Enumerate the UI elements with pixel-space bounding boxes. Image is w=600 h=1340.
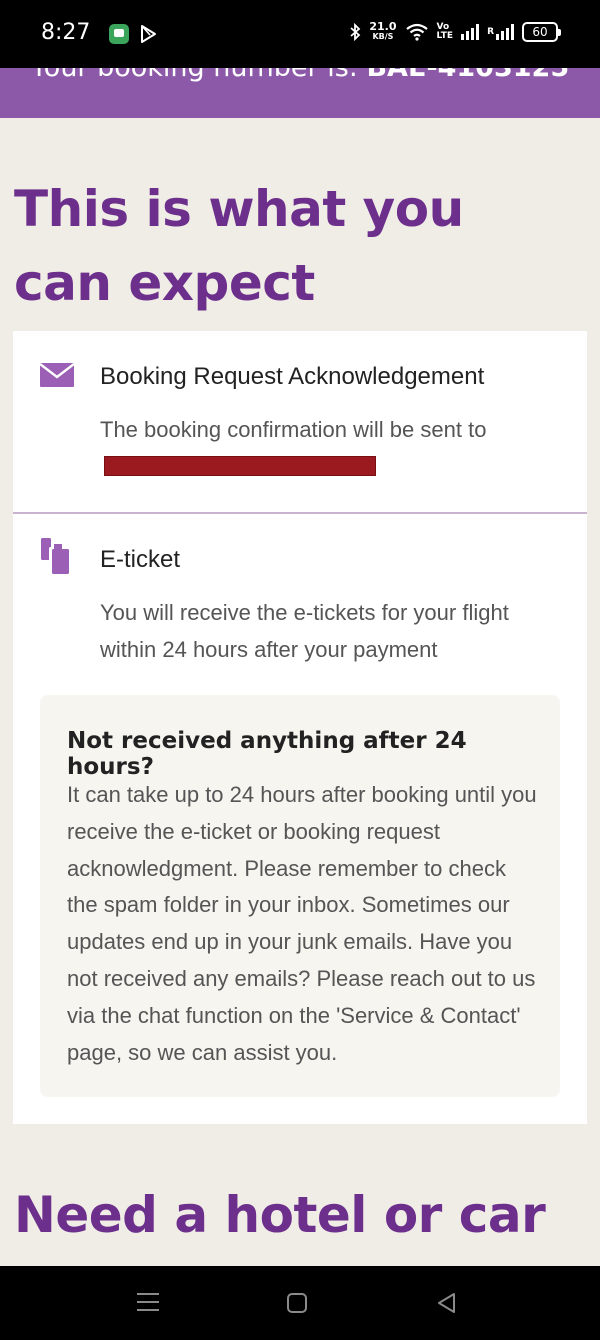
status-indicators: 21.0 KB/S Vo LTE R 60: [349, 20, 561, 42]
help-text: It can take up to 24 hours after booking…: [67, 782, 537, 1065]
network-speed-value: 21.0: [369, 20, 397, 33]
signal-icon-sim2: [496, 24, 514, 40]
help-box: Not received anything after 24 hours? It…: [40, 695, 560, 1097]
expect-heading: This is what you can expect: [14, 180, 464, 312]
battery-indicator: 60: [522, 22, 561, 42]
chat-app-icon: [109, 24, 129, 44]
eticket-text: You will receive the e-tickets for your …: [100, 600, 509, 662]
volte-indicator: Vo LTE: [437, 23, 454, 41]
signal-icon-sim1: [461, 24, 480, 40]
play-store-icon: [141, 25, 156, 43]
wifi-icon: [405, 23, 428, 41]
network-speed: 21.0 KB/S: [369, 20, 397, 42]
volte-bottom: LTE: [436, 31, 454, 41]
network-speed-unit: KB/S: [372, 32, 394, 41]
booking-number: BAE-4103125: [366, 68, 569, 83]
acknowledgement-title: Booking Request Acknowledgement: [100, 363, 485, 390]
envelope-icon: [40, 363, 74, 387]
status-bar: 8:27 21.0 KB/S Vo LTE R 60: [0, 0, 600, 68]
booking-number-prefix: Your booking number is:: [31, 68, 367, 83]
status-time: 8:27: [41, 20, 91, 45]
roaming-label: R: [487, 27, 494, 37]
recent-apps-button[interactable]: [137, 1293, 159, 1313]
booking-number-banner: Your booking number is: BAE-4103125: [0, 68, 600, 118]
bluetooth-icon: [350, 23, 361, 41]
hotel-car-heading: Need a hotel or car: [14, 1186, 546, 1244]
eticket-title: E-ticket: [100, 546, 181, 573]
booking-number-text: Your booking number is: BAE-4103125: [0, 68, 600, 83]
navigation-bar: [0, 1266, 600, 1340]
back-button[interactable]: [435, 1291, 457, 1315]
expectations-card: Booking Request Acknowledgement The book…: [13, 331, 587, 1124]
redacted-email: [104, 456, 376, 476]
acknowledgement-text: The booking confirmation will be sent to: [100, 417, 487, 442]
home-button[interactable]: [287, 1293, 307, 1313]
help-title: Not received anything after 24 hours?: [67, 728, 467, 780]
ticket-icon: [41, 538, 69, 574]
section-divider: [13, 512, 587, 514]
